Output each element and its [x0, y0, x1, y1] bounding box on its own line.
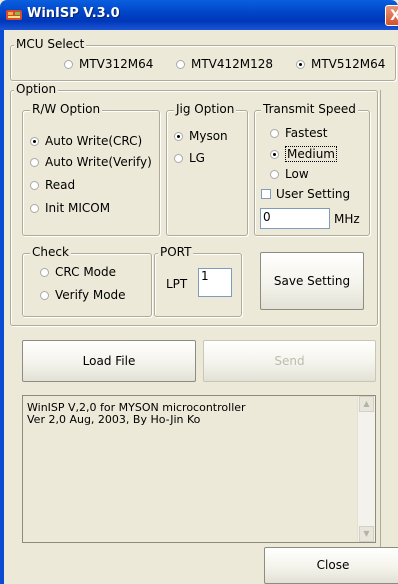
user-setting-checkbox[interactable]: User Setting: [261, 187, 350, 201]
winisp-window: WinISP V.3.0 X MCU Select MTV312M64 MTV4…: [0, 0, 398, 584]
rw-option-label: Auto Write(Verify): [45, 155, 152, 169]
radio-icon: [40, 291, 49, 300]
rw-radio-auto-write-verify[interactable]: Auto Write(Verify): [30, 155, 152, 169]
radio-icon: [176, 60, 185, 69]
log-vertical-scrollbar[interactable]: ▲ ▼: [357, 396, 375, 542]
port-title: PORT: [158, 245, 194, 259]
lpt-port-input[interactable]: 1: [198, 268, 232, 297]
rw-option-label: Auto Write(CRC): [45, 134, 143, 148]
speed-radio-medium[interactable]: Medium: [270, 146, 337, 162]
jig-option-title: Jig Option: [174, 102, 237, 116]
window-close-button[interactable]: X: [385, 5, 398, 26]
mcu-option-label: MTV312M64: [79, 57, 154, 71]
radio-icon: [30, 181, 39, 190]
save-setting-button[interactable]: Save Setting: [260, 252, 364, 310]
checkbox-icon: [261, 189, 271, 199]
load-file-button[interactable]: Load File: [22, 340, 196, 382]
speed-option-label: Low: [285, 167, 309, 181]
check-radio-verify-mode[interactable]: Verify Mode: [40, 288, 126, 302]
check-option-label: CRC Mode: [55, 265, 117, 279]
radio-icon: [270, 129, 279, 138]
check-group: [22, 253, 152, 317]
rw-option-label: Init MICOM: [45, 201, 111, 215]
right-panel-edge: [380, 90, 398, 584]
mcu-option-label: MTV412M128: [191, 57, 274, 71]
rw-radio-auto-write-crc[interactable]: Auto Write(CRC): [30, 134, 142, 148]
scroll-up-arrow-icon[interactable]: ▲: [359, 396, 374, 412]
radio-icon: [174, 154, 183, 163]
jig-option-label: LG: [189, 151, 205, 165]
mcu-select-title: MCU Select: [14, 37, 87, 51]
log-line: Ver 2,0 Aug, 2003, By Ho-Jin Ko: [27, 413, 201, 426]
radio-icon: [270, 170, 279, 179]
rw-option-group: [22, 110, 160, 236]
speed-option-label: Fastest: [285, 126, 328, 140]
speed-option-label: Medium: [285, 146, 337, 162]
check-title: Check: [30, 245, 71, 259]
radio-icon: [40, 268, 49, 277]
mcu-radio-mtv512m64[interactable]: MTV512M64: [296, 57, 385, 71]
scroll-down-arrow-icon[interactable]: ▼: [359, 526, 374, 542]
radio-icon: [30, 204, 39, 213]
window-frame-left: [0, 30, 4, 584]
jig-option-label: Myson: [189, 129, 228, 143]
radio-icon: [64, 60, 73, 69]
lpt-label: LPT: [166, 277, 188, 291]
app-icon: [6, 10, 22, 20]
jig-radio-lg[interactable]: LG: [174, 151, 205, 165]
title-bar[interactable]: WinISP V.3.0 X: [0, 0, 398, 30]
rw-radio-read[interactable]: Read: [30, 178, 75, 192]
jig-radio-myson[interactable]: Myson: [174, 129, 228, 143]
radio-selected-icon: [296, 60, 305, 69]
check-radio-crc-mode[interactable]: CRC Mode: [40, 265, 116, 279]
mcu-radio-mtv312m64[interactable]: MTV312M64: [64, 57, 153, 71]
speed-mhz-input[interactable]: 0: [260, 208, 330, 229]
close-button[interactable]: Close: [264, 547, 398, 584]
speed-radio-fastest[interactable]: Fastest: [270, 126, 327, 140]
log-textarea[interactable]: WinISP V,2,0 for MYSON microcontroller V…: [22, 395, 376, 543]
speed-radio-low[interactable]: Low: [270, 167, 309, 181]
transmit-speed-title: Transmit Speed: [261, 102, 358, 116]
rw-radio-init-micom[interactable]: Init MICOM: [30, 201, 110, 215]
option-title: Option: [14, 82, 59, 96]
radio-selected-icon: [174, 132, 183, 141]
send-button[interactable]: Send: [203, 340, 376, 382]
radio-selected-icon: [30, 137, 39, 146]
mcu-option-label: MTV512M64: [311, 57, 386, 71]
radio-icon: [30, 158, 39, 167]
radio-selected-icon: [270, 150, 279, 159]
mhz-unit-label: MHz: [334, 212, 360, 226]
rw-option-title: R/W Option: [30, 102, 103, 116]
rw-option-label: Read: [45, 178, 76, 192]
check-option-label: Verify Mode: [55, 288, 126, 302]
mcu-radio-mtv412m128[interactable]: MTV412M128: [176, 57, 273, 71]
window-title: WinISP V.3.0: [27, 6, 120, 21]
user-setting-label: User Setting: [276, 187, 351, 201]
